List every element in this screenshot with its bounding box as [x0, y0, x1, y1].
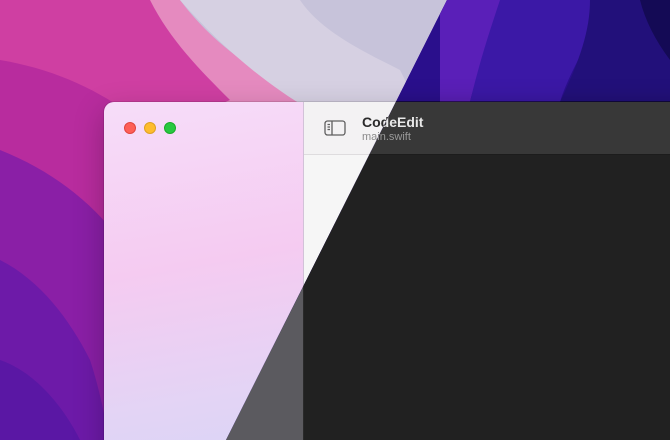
sidebar-left-icon[interactable] — [324, 120, 346, 136]
zoom-button[interactable] — [164, 122, 176, 134]
code-editor-dark[interactable] — [304, 155, 670, 440]
close-button[interactable] — [124, 122, 136, 134]
minimize-button[interactable] — [144, 122, 156, 134]
window-controls — [124, 122, 176, 134]
